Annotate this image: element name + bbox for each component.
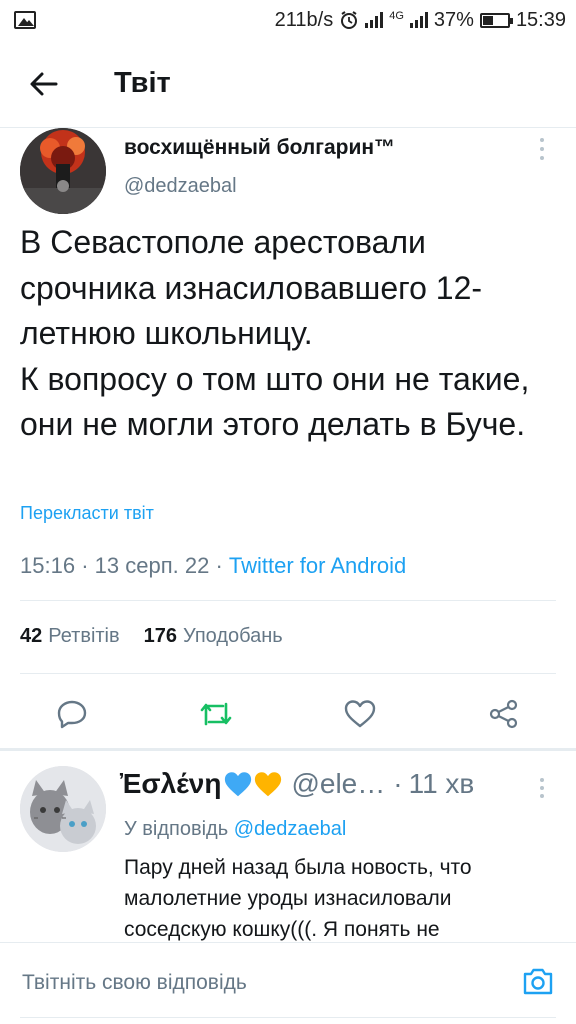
heart-icon: [344, 700, 376, 728]
network-type: 4G: [389, 9, 404, 22]
reply-author-name[interactable]: Ἐσλένη: [120, 768, 221, 800]
tweet-stats: 42 Ретвітів 176 Уподобань: [20, 625, 283, 648]
reply-header: Ἐσλένη @ele… · 11 хв: [120, 768, 474, 800]
retweet-button[interactable]: [194, 692, 238, 736]
page-title: Твіт: [114, 67, 171, 99]
replying-prefix: У відповідь: [124, 818, 229, 840]
tweet-actions: [0, 688, 576, 744]
divider: [20, 673, 556, 674]
reply-time: 11 хв: [408, 768, 475, 799]
tweet-meta: 15:16 · 13 серп. 22 · Twitter for Androi…: [20, 553, 406, 579]
more-vertical-icon[interactable]: [532, 776, 552, 800]
tweet-time: 15:16: [20, 553, 76, 578]
network-speed: 211b/s: [274, 8, 334, 31]
retweet-icon: [200, 702, 232, 726]
reply-author-avatar[interactable]: [20, 766, 106, 852]
reply-button[interactable]: [50, 692, 94, 736]
share-button[interactable]: [482, 692, 526, 736]
gallery-notification-icon: [14, 11, 36, 29]
tweet-text: В Севастополе арестовали срочника изнаси…: [20, 224, 530, 442]
retweets-count: 42: [20, 625, 43, 647]
input-underline: [20, 1017, 556, 1018]
yellow-heart-icon: [255, 772, 282, 797]
retweets-stat[interactable]: 42 Ретвітів: [20, 625, 120, 648]
clock: 15:39: [515, 8, 566, 31]
replying-to: У відповідь @dedzaebal: [124, 818, 346, 841]
section-separator: [0, 748, 576, 751]
like-button[interactable]: [338, 692, 382, 736]
divider: [20, 600, 556, 601]
more-vertical-icon[interactable]: [532, 136, 552, 162]
author-name[interactable]: восхищённый болгарин™: [124, 136, 395, 160]
replying-handle-link[interactable]: @dedzaebal: [234, 818, 347, 840]
blue-heart-icon: [225, 772, 252, 797]
author-avatar[interactable]: [20, 128, 106, 214]
likes-count: 176: [143, 625, 178, 647]
signal-icon: [365, 12, 384, 28]
reply-compose-bar: Твітніть свою відповідь: [0, 943, 576, 1024]
reply-author-handle[interactable]: @ele…: [291, 768, 385, 800]
avatar-image: [20, 128, 106, 214]
signal-2-icon: [409, 12, 428, 28]
camera-icon: [523, 968, 553, 995]
alarm-icon: [341, 11, 358, 29]
tweet-source-link[interactable]: Twitter for Android: [229, 553, 406, 578]
avatar-image: [20, 766, 106, 852]
reply-icon: [57, 700, 87, 729]
meta-separator: ·: [393, 768, 403, 799]
back-button[interactable]: [14, 54, 74, 114]
share-icon: [489, 699, 518, 729]
tweet-date: 13 серп. 22: [94, 553, 210, 578]
likes-label: Уподобань: [183, 625, 283, 647]
reply-tweet[interactable]: Ἐσλένη @ele… · 11 хв У відповідь @dedzae…: [0, 766, 576, 942]
status-bar: 211b/s 4G 37% 15:39: [0, 0, 576, 40]
reply-input[interactable]: Твітніть свою відповідь: [22, 971, 247, 995]
app-header: Твіт: [0, 40, 576, 128]
arrow-left-icon: [30, 72, 58, 95]
camera-button[interactable]: [520, 963, 556, 999]
meta-separator: ·: [81, 553, 95, 578]
translate-tweet-link[interactable]: Перекласти твіт: [20, 503, 154, 524]
battery-percent: 37%: [433, 8, 474, 31]
reply-text: Пару дней назад была новость, что малоле…: [124, 856, 472, 941]
author-handle[interactable]: @dedzaebal: [124, 175, 237, 198]
retweets-label: Ретвітів: [48, 625, 120, 647]
likes-stat[interactable]: 176 Уподобань: [144, 625, 283, 648]
meta-separator: ·: [215, 553, 229, 578]
battery-icon: [479, 12, 513, 28]
